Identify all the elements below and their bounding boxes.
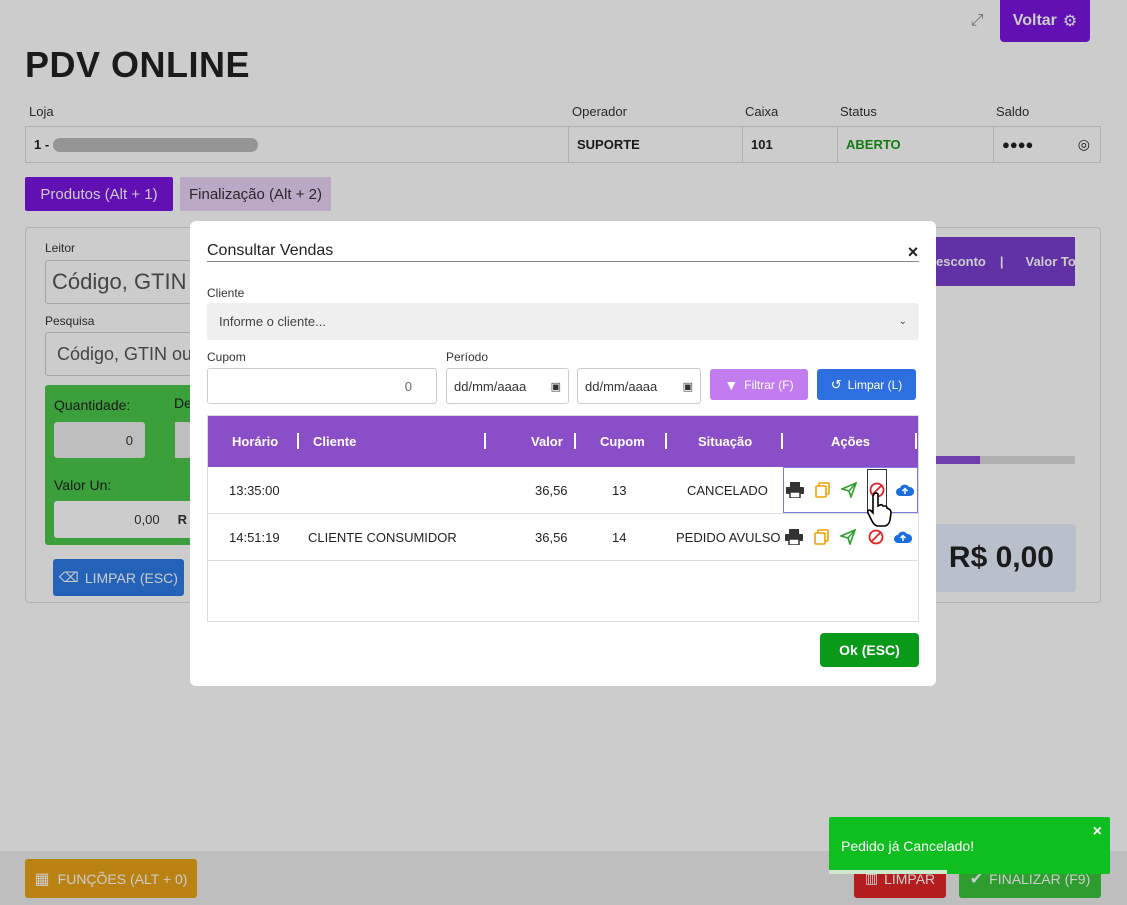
- chevron-down-icon: ⌄: [898, 316, 907, 327]
- copy-icon[interactable]: [812, 528, 830, 546]
- table-header: Horário Cliente Valor Cupom Situação Açõ…: [208, 416, 918, 467]
- column-separator: [484, 433, 486, 449]
- column-separator: [665, 433, 667, 449]
- filter-icon: ▼: [724, 376, 739, 393]
- cell-cupom: 14: [612, 529, 627, 545]
- cell-cupom: 13: [612, 482, 627, 498]
- calendar-icon[interactable]: ▣: [683, 380, 693, 393]
- cell-situacao: CANCELADO: [687, 482, 768, 498]
- column-separator: [297, 433, 299, 449]
- column-horario: Horário: [232, 434, 279, 449]
- modal-title: Consultar Vendas: [207, 242, 334, 259]
- vendas-table: Horário Cliente Valor Cupom Situação Açõ…: [207, 415, 919, 622]
- hand-cursor-icon: [866, 492, 892, 533]
- toast-progress: [829, 870, 947, 874]
- toast-notification: Pedido já Cancelado! ×: [829, 817, 1110, 874]
- column-separator: [781, 433, 783, 449]
- cell-horario: 14:51:19: [229, 529, 280, 545]
- send-icon[interactable]: [840, 481, 858, 499]
- cell-valor: 36,56: [535, 529, 568, 545]
- cliente-select[interactable]: Informe o cliente... ⌄: [207, 303, 919, 340]
- close-icon[interactable]: ×: [903, 242, 923, 263]
- table-row[interactable]: 14:51:19 CLIENTE CONSUMIDOR 36,56 14 PED…: [208, 514, 918, 561]
- undo-icon: ↺: [830, 376, 842, 392]
- column-acoes: Ações: [831, 434, 871, 449]
- calendar-icon[interactable]: ▣: [551, 380, 561, 393]
- send-icon[interactable]: [839, 528, 857, 546]
- limpar-filtros-button[interactable]: ↺ Limpar (L): [817, 369, 916, 400]
- column-separator: [915, 433, 917, 449]
- row-actions: [783, 514, 918, 560]
- row-actions: [783, 467, 918, 513]
- date-end-input[interactable]: dd/mm/aaaa ▣: [577, 368, 701, 404]
- filtrar-button[interactable]: ▼ Filtrar (F): [710, 369, 808, 400]
- column-situacao: Situação: [698, 434, 753, 449]
- cupom-label: Cupom: [207, 350, 246, 364]
- cell-cliente: CLIENTE CONSUMIDOR: [308, 529, 457, 545]
- cloud-upload-icon[interactable]: [896, 481, 914, 499]
- column-valor: Valor: [531, 434, 563, 449]
- print-icon[interactable]: [786, 481, 804, 499]
- toast-message: Pedido já Cancelado!: [841, 838, 975, 854]
- cupom-input[interactable]: 0: [207, 368, 437, 404]
- cliente-label: Cliente: [207, 286, 245, 300]
- column-separator: [574, 433, 576, 449]
- cell-horario: 13:35:00: [229, 482, 280, 498]
- ok-button[interactable]: Ok (ESC): [820, 633, 919, 667]
- column-cupom: Cupom: [600, 434, 645, 449]
- title-divider: [207, 261, 919, 262]
- close-icon[interactable]: ×: [1093, 823, 1102, 841]
- cell-valor: 36,56: [535, 482, 568, 498]
- column-cliente: Cliente: [313, 434, 357, 449]
- date-start-input[interactable]: dd/mm/aaaa ▣: [446, 368, 569, 404]
- table-row[interactable]: 13:35:00 36,56 13 CANCELADO: [208, 467, 918, 514]
- periodo-label: Período: [446, 350, 489, 364]
- cloud-upload-icon[interactable]: [894, 528, 912, 546]
- consultar-vendas-modal: Consultar Vendas × Cliente Informe o cli…: [190, 221, 936, 686]
- print-icon[interactable]: [785, 528, 803, 546]
- cell-situacao: PEDIDO AVULSO: [676, 529, 781, 545]
- copy-icon[interactable]: [813, 481, 831, 499]
